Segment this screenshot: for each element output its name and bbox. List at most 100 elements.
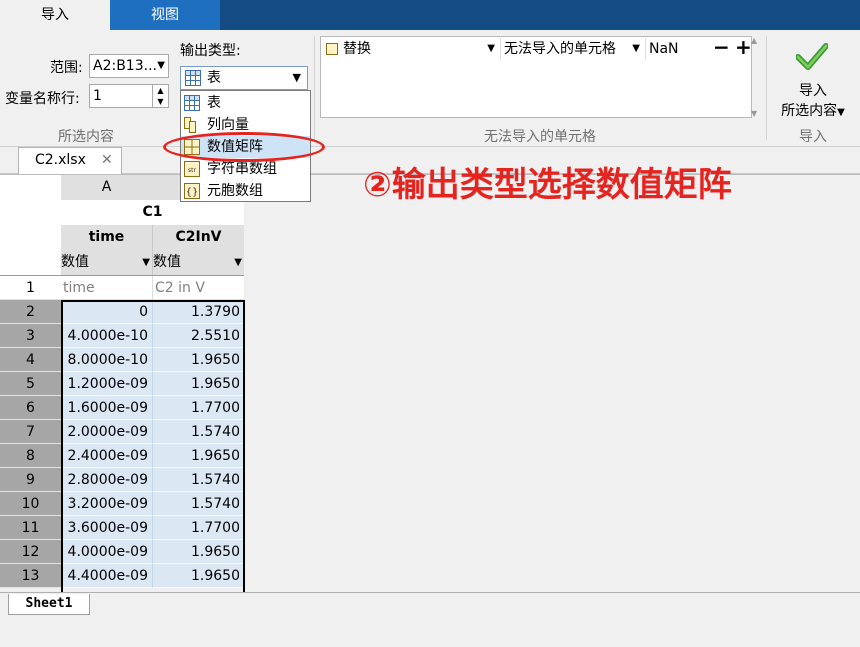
column-vectors-icon	[184, 117, 196, 133]
row-number[interactable]: 5	[0, 372, 61, 396]
row-number[interactable]: 4	[0, 348, 61, 372]
row-number[interactable]: 10	[0, 492, 61, 516]
row-number[interactable]: 9	[0, 468, 61, 492]
table-cell[interactable]: C2 in V	[152, 276, 244, 300]
import-group-label: 导入	[799, 129, 827, 145]
rule-color-icon	[326, 43, 338, 55]
rule-action-value: 替换	[343, 41, 371, 57]
table-cell[interactable]: 4.0000e-10	[61, 324, 152, 348]
menu-item-label: 表	[207, 95, 221, 111]
table-cell[interactable]: 1.2000e-09	[61, 372, 152, 396]
row-number[interactable]: 12	[0, 540, 61, 564]
table-cell[interactable]: 1.9650	[152, 372, 244, 396]
import-button-sublabel-text: 所选内容	[781, 103, 838, 119]
tab-import[interactable]: 导入	[0, 0, 110, 30]
rule-replacement-value[interactable]: NaN	[645, 38, 707, 60]
sheet-tab-bar	[0, 592, 860, 647]
remove-rule-icon[interactable]: −	[713, 36, 730, 58]
table-cell[interactable]: 1.9650	[152, 564, 244, 588]
table-cell[interactable]: 1.5740	[152, 420, 244, 444]
var-name-c2inv[interactable]: C2InV	[152, 225, 244, 250]
row-number[interactable]: 6	[0, 396, 61, 420]
rule-action-dropdown[interactable]: 替换 ▼	[321, 38, 499, 60]
output-type-dropdown[interactable]: 表 ▼	[180, 66, 308, 90]
row-number[interactable]: 11	[0, 516, 61, 540]
output-variable-header[interactable]: C1	[61, 200, 244, 225]
var-type-dropdown-a[interactable]: 数值 ▼	[61, 250, 152, 275]
close-icon[interactable]: ✕	[101, 148, 113, 172]
annotation-text: ②输出类型选择数值矩阵	[363, 165, 732, 205]
group-divider	[314, 36, 315, 140]
chevron-down-icon[interactable]: ▼	[632, 38, 640, 60]
table-cell[interactable]: 1.6000e-09	[61, 396, 152, 420]
chevron-down-icon[interactable]: ▼	[142, 250, 150, 275]
output-type-value: 表	[207, 70, 221, 86]
menu-item-label: 元胞数组	[207, 183, 263, 199]
varnames-row-label: 变量名称行:	[5, 91, 80, 107]
row-number[interactable]: 3	[0, 324, 61, 348]
chevron-down-icon[interactable]: ▼	[487, 38, 495, 60]
row-number[interactable]: 2	[0, 300, 61, 324]
string-array-icon: str	[184, 161, 200, 177]
row-number[interactable]: 1	[0, 276, 61, 300]
range-field[interactable]: A2:B13... ▼	[89, 54, 169, 78]
table-cell[interactable]: 2.8000e-09	[61, 468, 152, 492]
table-cell[interactable]: 1.5740	[152, 468, 244, 492]
var-type-b: 数值	[153, 254, 181, 270]
row-number[interactable]: 13	[0, 564, 61, 588]
table-cell[interactable]: 0	[61, 300, 152, 324]
table-cell[interactable]: 1.9650	[152, 540, 244, 564]
chevron-down-icon[interactable]: ▼	[157, 55, 165, 77]
chevron-down-icon[interactable]: ▼	[293, 67, 301, 89]
selection-group-label: 所选内容	[58, 129, 114, 145]
range-value: A2:B13...	[93, 58, 157, 74]
unimportable-group-label: 无法导入的单元格	[484, 129, 596, 145]
table-cell[interactable]: 2.0000e-09	[61, 420, 152, 444]
table-cell[interactable]: 4.4000e-09	[61, 564, 152, 588]
table-cell[interactable]: time	[61, 276, 152, 300]
menu-item-label: 字符串数组	[207, 161, 277, 177]
tab-view[interactable]: 视图	[110, 0, 220, 30]
table-cell[interactable]: 1.3790	[152, 300, 244, 324]
table-cell[interactable]: 1.7700	[152, 396, 244, 420]
import-button-sublabel: 所选内容▼	[770, 100, 856, 120]
file-tab-label: C2.xlsx	[35, 152, 86, 168]
table-cell[interactable]: 1.9650	[152, 348, 244, 372]
var-type-dropdown-b[interactable]: 数值 ▼	[152, 250, 244, 275]
table-cell[interactable]: 3.6000e-09	[61, 516, 152, 540]
scroll-down-icon[interactable]: ▼	[751, 109, 757, 118]
row-number[interactable]: 8	[0, 444, 61, 468]
import-button-label: 导入	[799, 83, 827, 99]
chevron-down-icon[interactable]: ▼	[837, 107, 845, 118]
group-divider	[766, 36, 767, 140]
varnames-row-stepper[interactable]: 1 ▲ ▼	[89, 84, 169, 108]
var-name-time[interactable]: time	[61, 225, 152, 250]
table-cell[interactable]: 1.7700	[152, 516, 244, 540]
table-cell[interactable]: 1.5740	[152, 492, 244, 516]
table-cell[interactable]: 2.5510	[152, 324, 244, 348]
import-selection-button[interactable]: 导入 所选内容▼	[770, 38, 856, 120]
rule-condition-value: 无法导入的单元格	[504, 41, 616, 57]
table-icon	[185, 70, 201, 86]
svg-text:str: str	[188, 167, 196, 174]
menu-item-cell-array[interactable]: {} 元胞数组	[181, 180, 310, 202]
file-tab-c2[interactable]: C2.xlsx ✕	[18, 147, 122, 174]
table-cell[interactable]: 3.2000e-09	[61, 492, 152, 516]
table-cell[interactable]: 1.9650	[152, 444, 244, 468]
rules-scrollbar[interactable]: ▲ ▼	[750, 36, 762, 118]
cell-array-icon: {}	[184, 183, 200, 199]
sheet-tab-sheet1[interactable]: Sheet1	[8, 594, 90, 615]
output-type-label: 输出类型:	[180, 43, 241, 59]
table-cell[interactable]: 8.0000e-10	[61, 348, 152, 372]
menu-item-table[interactable]: 表	[181, 92, 310, 114]
table-cell[interactable]: 4.0000e-09	[61, 540, 152, 564]
rule-condition-dropdown[interactable]: 无法导入的单元格 ▼	[500, 38, 644, 60]
column-letter-a[interactable]: A	[61, 175, 152, 200]
stepper-arrows-icon[interactable]: ▲ ▼	[152, 85, 168, 107]
ribbon: 范围: A2:B13... ▼ 变量名称行: 1 ▲ ▼ 输出类型: 表 ▼ 所选…	[0, 30, 860, 147]
table-cell[interactable]: 2.4000e-09	[61, 444, 152, 468]
scroll-up-icon[interactable]: ▲	[751, 36, 757, 45]
chevron-down-icon[interactable]: ▼	[234, 250, 242, 275]
highlight-ring	[163, 132, 325, 162]
row-number[interactable]: 7	[0, 420, 61, 444]
